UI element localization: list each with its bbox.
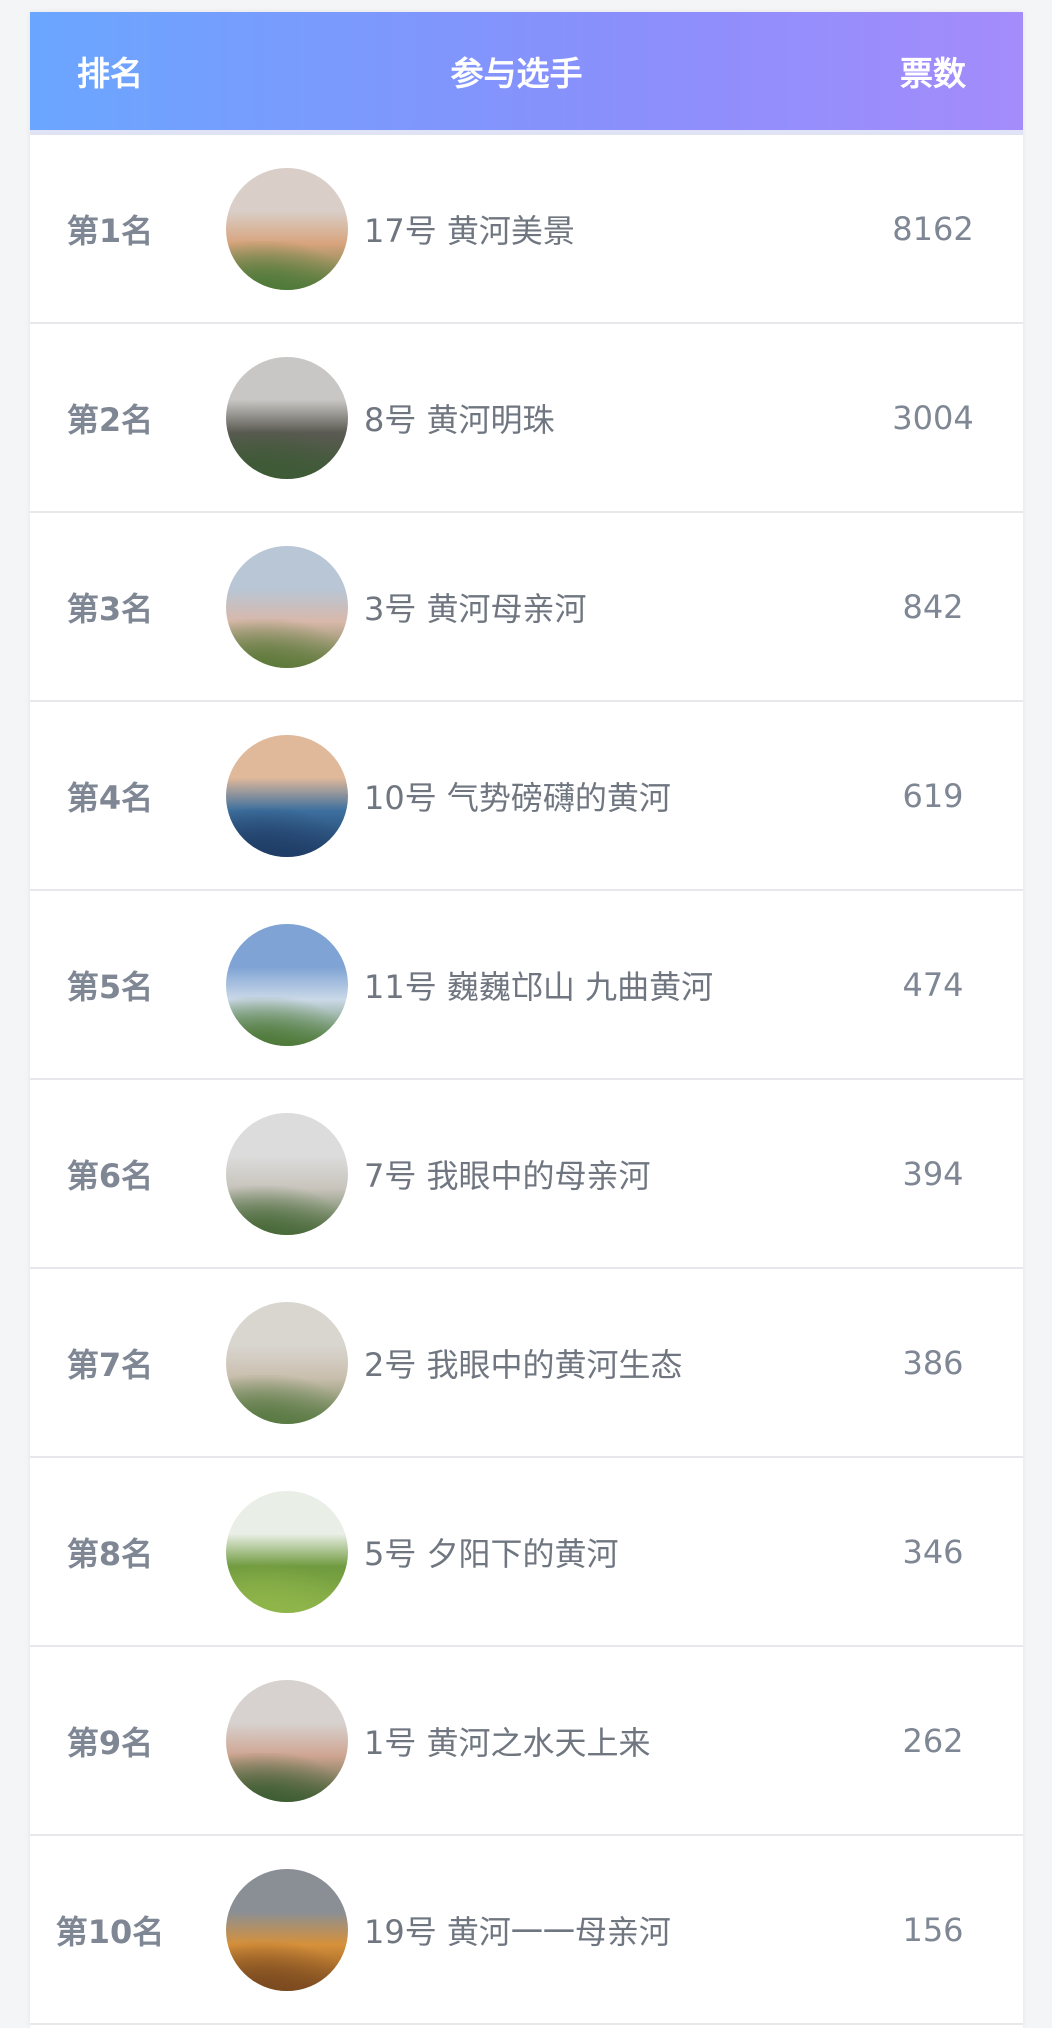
entry-photo[interactable] — [226, 545, 348, 668]
header-rank: 排名 — [77, 54, 143, 93]
entry-name: 2号 我眼中的黄河生态 — [364, 1345, 683, 1384]
entry-name: 11号 巍巍邙山 九曲黄河 — [364, 967, 714, 1006]
player-cell: 2号 我眼中的黄河生态 — [190, 1301, 843, 1424]
player-cell: 5号 夕阳下的黄河 — [190, 1490, 843, 1613]
rank-label: 第5名 — [66, 967, 154, 1006]
ranking-row[interactable]: 第3名 3号 黄河母亲河 842 — [30, 513, 1023, 702]
ranking-row[interactable]: 第1名 17号 黄河美景 8162 — [30, 135, 1023, 324]
ranking-row[interactable]: 第10名 19号 黄河一一母亲河 156 — [30, 1836, 1023, 2025]
ranking-row[interactable]: 第2名 8号 黄河明珠 3004 — [30, 324, 1023, 513]
ranking-row[interactable]: 第5名 11号 巍巍邙山 九曲黄河 474 — [30, 891, 1023, 1080]
table-header: 排名 参与选手 票数 — [30, 12, 1023, 135]
entry-name: 7号 我眼中的母亲河 — [364, 1156, 651, 1195]
photo-foreground — [226, 996, 348, 1046]
ranking-list: 第1名 17号 黄河美景 8162 第2名 8号 黄河明珠 3004 第3名 3号 黄河母亲河… — [30, 135, 1023, 2025]
rank-label: 第2名 — [66, 400, 154, 439]
entry-photo[interactable] — [226, 167, 348, 290]
entry-name: 19号 黄河一一母亲河 — [364, 1912, 671, 1951]
vote-count: 394 — [902, 1154, 964, 1193]
ranking-row[interactable]: 第7名 2号 我眼中的黄河生态 386 — [30, 1269, 1023, 1458]
rank-label: 第10名 — [55, 1912, 165, 1951]
photo-foreground — [226, 1941, 348, 1991]
player-cell: 1号 黄河之水天上来 — [190, 1679, 843, 1802]
vote-count: 346 — [902, 1532, 964, 1571]
vote-count: 8162 — [892, 209, 974, 248]
entry-name: 1号 黄河之水天上来 — [364, 1723, 651, 1762]
vote-count: 842 — [902, 587, 964, 626]
player-cell: 3号 黄河母亲河 — [190, 545, 843, 668]
entry-photo[interactable] — [226, 1679, 348, 1802]
rank-label: 第7名 — [66, 1345, 154, 1384]
photo-foreground — [226, 618, 348, 668]
player-cell: 8号 黄河明珠 — [190, 356, 843, 479]
vote-count: 262 — [902, 1721, 964, 1760]
player-cell: 17号 黄河美景 — [190, 167, 843, 290]
photo-foreground — [226, 429, 348, 479]
ranking-row[interactable]: 第4名 10号 气势磅礴的黄河 619 — [30, 702, 1023, 891]
vote-count: 474 — [902, 965, 964, 1004]
entry-name: 17号 黄河美景 — [364, 211, 575, 250]
player-cell: 19号 黄河一一母亲河 — [190, 1868, 843, 1991]
vote-count: 156 — [902, 1910, 964, 1949]
header-player: 参与选手 — [450, 54, 583, 93]
entry-photo[interactable] — [226, 923, 348, 1046]
entry-photo[interactable] — [226, 1112, 348, 1235]
rank-label: 第1名 — [66, 211, 154, 250]
player-cell: 11号 巍巍邙山 九曲黄河 — [190, 923, 843, 1046]
photo-foreground — [226, 1752, 348, 1802]
ranking-board: 排名 参与选手 票数 第1名 17号 黄河美景 8162 第2名 8号 黄河明珠 3004… — [30, 12, 1023, 2028]
photo-foreground — [226, 807, 348, 857]
photo-foreground — [226, 240, 348, 290]
ranking-row[interactable]: 第8名 5号 夕阳下的黄河 346 — [30, 1458, 1023, 1647]
player-cell: 7号 我眼中的母亲河 — [190, 1112, 843, 1235]
rank-label: 第9名 — [66, 1723, 154, 1762]
rank-label: 第4名 — [66, 778, 154, 817]
entry-name: 5号 夕阳下的黄河 — [364, 1534, 619, 1573]
vote-count: 619 — [902, 776, 964, 815]
entry-photo[interactable] — [226, 734, 348, 857]
entry-photo[interactable] — [226, 1490, 348, 1613]
ranking-row[interactable]: 第9名 1号 黄河之水天上来 262 — [30, 1647, 1023, 1836]
ranking-row[interactable]: 第6名 7号 我眼中的母亲河 394 — [30, 1080, 1023, 1269]
entry-name: 10号 气势磅礴的黄河 — [364, 778, 671, 817]
rank-label: 第8名 — [66, 1534, 154, 1573]
rank-label: 第3名 — [66, 589, 154, 628]
photo-foreground — [226, 1563, 348, 1613]
entry-photo[interactable] — [226, 1301, 348, 1424]
photo-foreground — [226, 1185, 348, 1235]
photo-foreground — [226, 1374, 348, 1424]
vote-count: 386 — [902, 1343, 964, 1382]
rank-label: 第6名 — [66, 1156, 154, 1195]
entry-name: 8号 黄河明珠 — [364, 400, 555, 439]
entry-photo[interactable] — [226, 356, 348, 479]
vote-count: 3004 — [892, 398, 974, 437]
entry-photo[interactable] — [226, 1868, 348, 1991]
header-votes: 票数 — [900, 54, 966, 93]
player-cell: 10号 气势磅礴的黄河 — [190, 734, 843, 857]
entry-name: 3号 黄河母亲河 — [364, 589, 587, 628]
